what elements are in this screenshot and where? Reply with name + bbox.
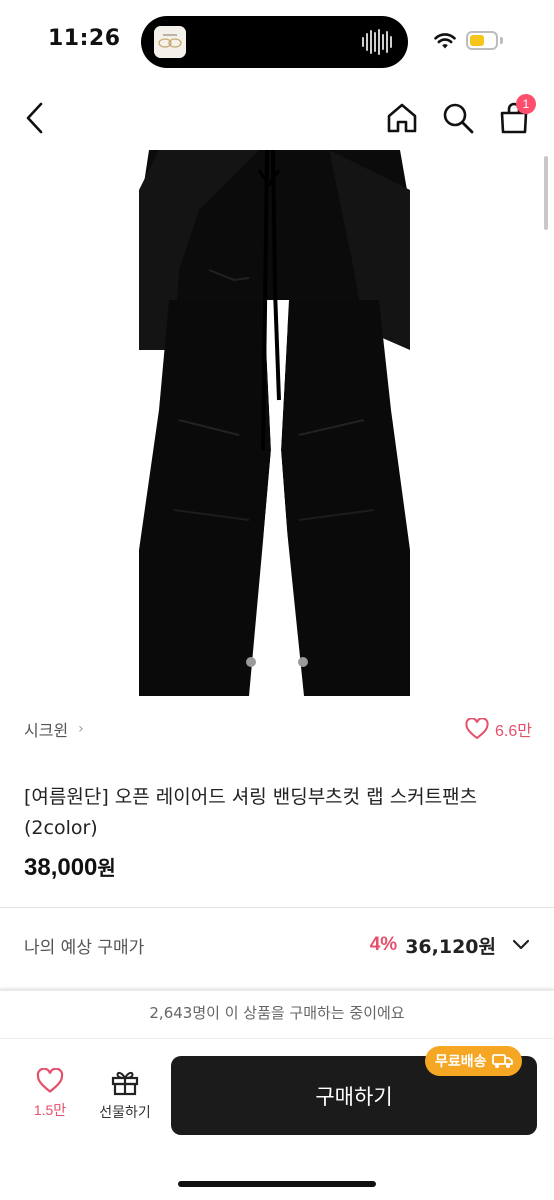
battery-icon — [466, 31, 498, 50]
search-icon — [443, 103, 474, 134]
gallery-pagination — [0, 657, 554, 667]
status-time: 11:26 — [48, 26, 121, 51]
product-title: [여름원단] 오픈 레이어드 셔링 밴딩부츠컷 랩 스커트팬츠 (2color) — [24, 786, 478, 839]
pagination-dot[interactable] — [298, 657, 308, 667]
store-like-count: 6.6만 — [495, 723, 532, 740]
back-button[interactable] — [12, 90, 56, 146]
search-button[interactable] — [436, 90, 480, 146]
home-icon — [387, 103, 417, 133]
price-unit: 원 — [97, 856, 116, 880]
expected-price: 36,120원 — [405, 935, 496, 958]
chevron-left-icon — [26, 102, 43, 134]
buying-now-text: 2,643명이 이 상품을 구매하는 중이에요 — [149, 1004, 405, 1022]
expected-price-row[interactable]: 나의 예상 구매가 4% 36,120원 — [0, 908, 554, 982]
chevron-right-icon: › — [78, 721, 84, 737]
store-link[interactable]: 시크윈 › — [24, 717, 84, 741]
top-nav: 1 — [0, 90, 554, 146]
truck-icon — [491, 1054, 513, 1068]
app-thumbnail-icon — [154, 26, 186, 58]
wifi-icon — [434, 33, 456, 49]
dynamic-island — [141, 16, 408, 68]
audio-wave-icon — [362, 29, 392, 55]
product-price: 38,000원 — [24, 852, 116, 882]
chevron-down-icon — [512, 939, 530, 950]
home-button[interactable] — [380, 90, 424, 146]
gift-icon — [111, 1071, 139, 1096]
pagination-dot[interactable] — [246, 657, 256, 667]
pagination-dot[interactable] — [272, 657, 282, 667]
expected-price-label: 나의 예상 구매가 — [24, 937, 145, 958]
free-shipping-badge: 무료배송 — [425, 1046, 522, 1076]
free-shipping-label: 무료배송 — [435, 1054, 487, 1070]
product-image[interactable] — [139, 150, 410, 696]
store-row: 시크윈 › 6.6만 — [24, 712, 532, 746]
page-scrollbar[interactable] — [544, 156, 548, 230]
battery-cap — [500, 37, 503, 44]
wish-count: 1.5만 — [33, 1102, 67, 1118]
gift-label: 선물하기 — [99, 1105, 151, 1121]
price-number: 38,000 — [24, 854, 98, 881]
discount-rate: 4% — [369, 934, 398, 955]
product-photo — [139, 150, 410, 696]
heart-outline-icon — [36, 1068, 64, 1093]
divider — [0, 1038, 554, 1039]
store-like-button[interactable]: 6.6만 — [465, 717, 532, 741]
battery-level — [470, 35, 484, 46]
cart-badge: 1 — [516, 94, 536, 114]
heart-outline-icon — [465, 718, 489, 740]
store-name: 시크윈 — [24, 721, 69, 740]
status-bar: 11:26 — [0, 0, 554, 84]
home-indicator — [178, 1181, 376, 1187]
gift-button[interactable]: 선물하기 — [90, 1068, 160, 1132]
wish-button[interactable]: 1.5만 — [22, 1068, 78, 1132]
cart-button[interactable]: 1 — [492, 90, 536, 146]
